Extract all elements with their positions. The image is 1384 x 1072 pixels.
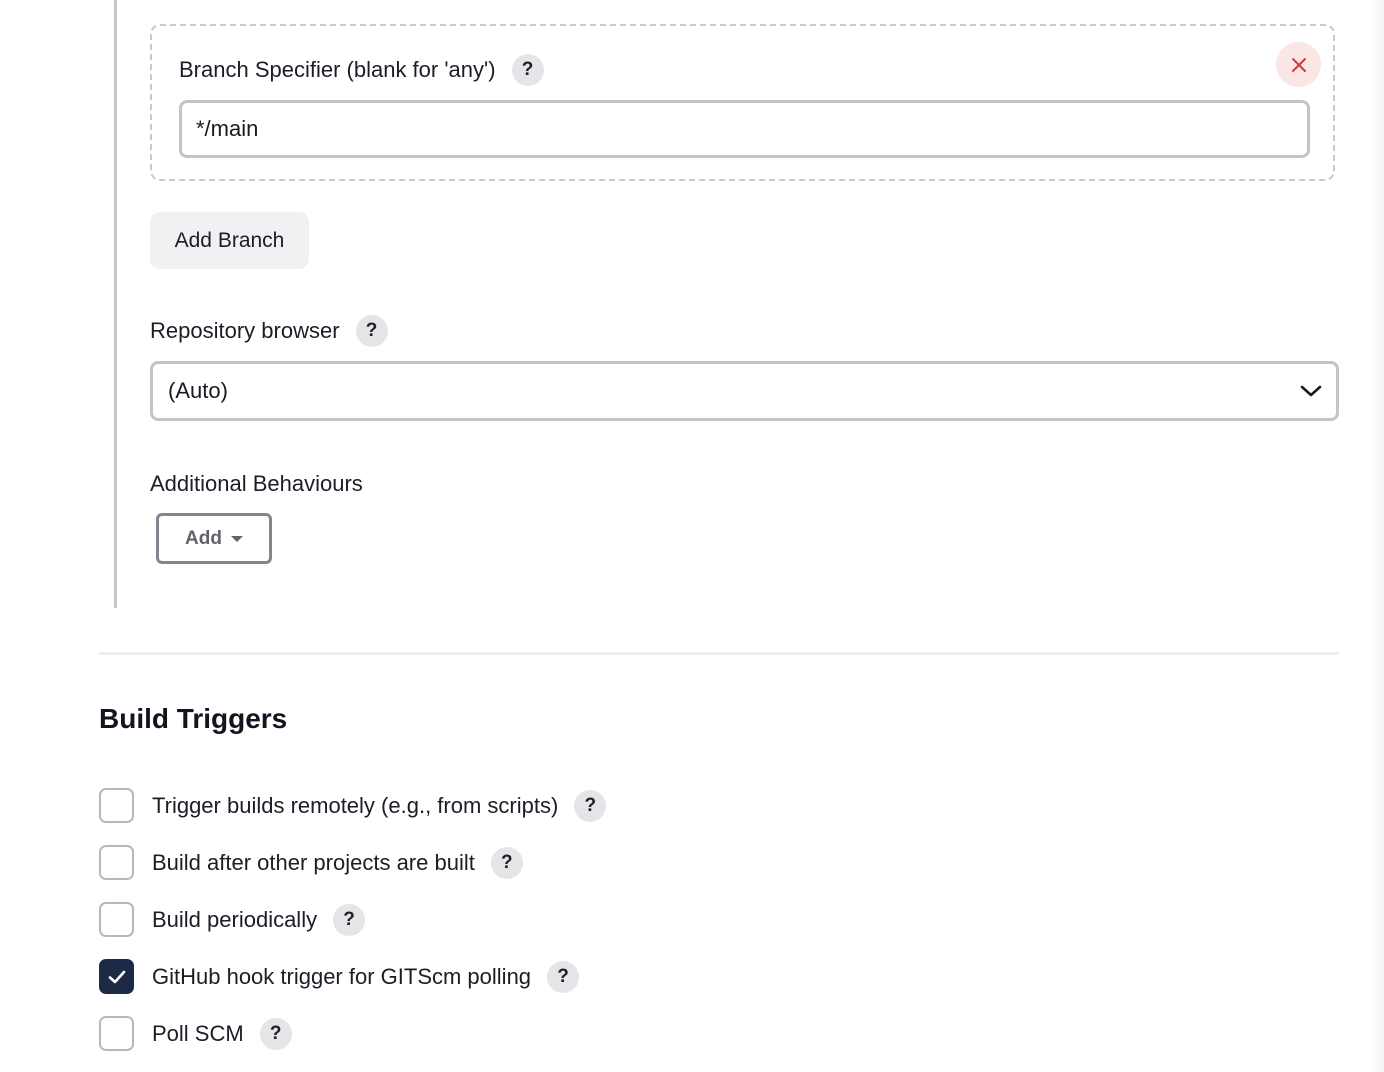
repository-browser-select[interactable]: (Auto) <box>150 361 1339 421</box>
trigger-remote-label: Trigger builds remotely (e.g., from scri… <box>152 792 559 818</box>
help-icon[interactable]: ? <box>355 315 388 347</box>
help-icon[interactable]: ? <box>333 903 366 936</box>
help-icon[interactable]: ? <box>259 1017 292 1050</box>
trigger-option-github-hook[interactable]: GitHub hook trigger for GITScm polling ? <box>99 959 580 994</box>
poll-scm-checkbox[interactable] <box>99 1016 134 1051</box>
job-config-page: Branch Specifier (blank for 'any') ? Add… <box>0 0 1384 1072</box>
build-after-other-projects-checkbox[interactable] <box>99 845 134 880</box>
caret-down-icon <box>230 535 243 542</box>
add-branch-button[interactable]: Add Branch <box>150 212 309 269</box>
close-icon <box>1291 57 1306 72</box>
branch-specifier-input[interactable] <box>179 100 1310 158</box>
trigger-remote-checkbox[interactable] <box>99 788 134 823</box>
additional-behaviours-label-row: Additional Behaviours <box>150 470 363 498</box>
remove-branch-button[interactable] <box>1276 42 1321 87</box>
branch-specifier-label: Branch Specifier (blank for 'any') <box>179 57 496 82</box>
help-icon[interactable]: ? <box>511 54 544 86</box>
build-triggers-heading: Build Triggers <box>99 703 288 734</box>
section-divider <box>99 652 1339 655</box>
trigger-option-after-other-projects[interactable]: Build after other projects are built ? <box>99 845 523 880</box>
add-behaviour-button[interactable]: Add <box>156 513 272 564</box>
checkmark-icon <box>108 970 125 983</box>
branch-specifier-label-row: Branch Specifier (blank for 'any') ? <box>179 53 544 87</box>
scrollbar-track <box>1370 0 1384 1072</box>
help-icon[interactable]: ? <box>490 846 523 879</box>
repository-browser-selected: (Auto) <box>168 378 228 403</box>
additional-behaviours-label: Additional Behaviours <box>150 471 363 496</box>
repository-browser-label-row: Repository browser ? <box>150 314 388 348</box>
help-icon[interactable]: ? <box>574 789 607 822</box>
github-hook-trigger-label: GitHub hook trigger for GITScm polling <box>152 963 532 989</box>
build-periodically-checkbox[interactable] <box>99 902 134 937</box>
help-icon[interactable]: ? <box>547 960 580 993</box>
chevron-down-icon <box>1300 385 1322 397</box>
trigger-option-remote[interactable]: Trigger builds remotely (e.g., from scri… <box>99 788 607 823</box>
poll-scm-label: Poll SCM <box>152 1020 244 1046</box>
build-periodically-label: Build periodically <box>152 906 318 932</box>
trigger-option-poll-scm[interactable]: Poll SCM ? <box>99 1016 292 1051</box>
repository-browser-label: Repository browser <box>150 318 340 343</box>
nesting-indicator <box>114 0 117 608</box>
github-hook-trigger-checkbox[interactable] <box>99 959 134 994</box>
trigger-option-periodically[interactable]: Build periodically ? <box>99 902 366 937</box>
build-after-other-projects-label: Build after other projects are built <box>152 849 475 875</box>
add-behaviour-label: Add <box>185 527 222 549</box>
